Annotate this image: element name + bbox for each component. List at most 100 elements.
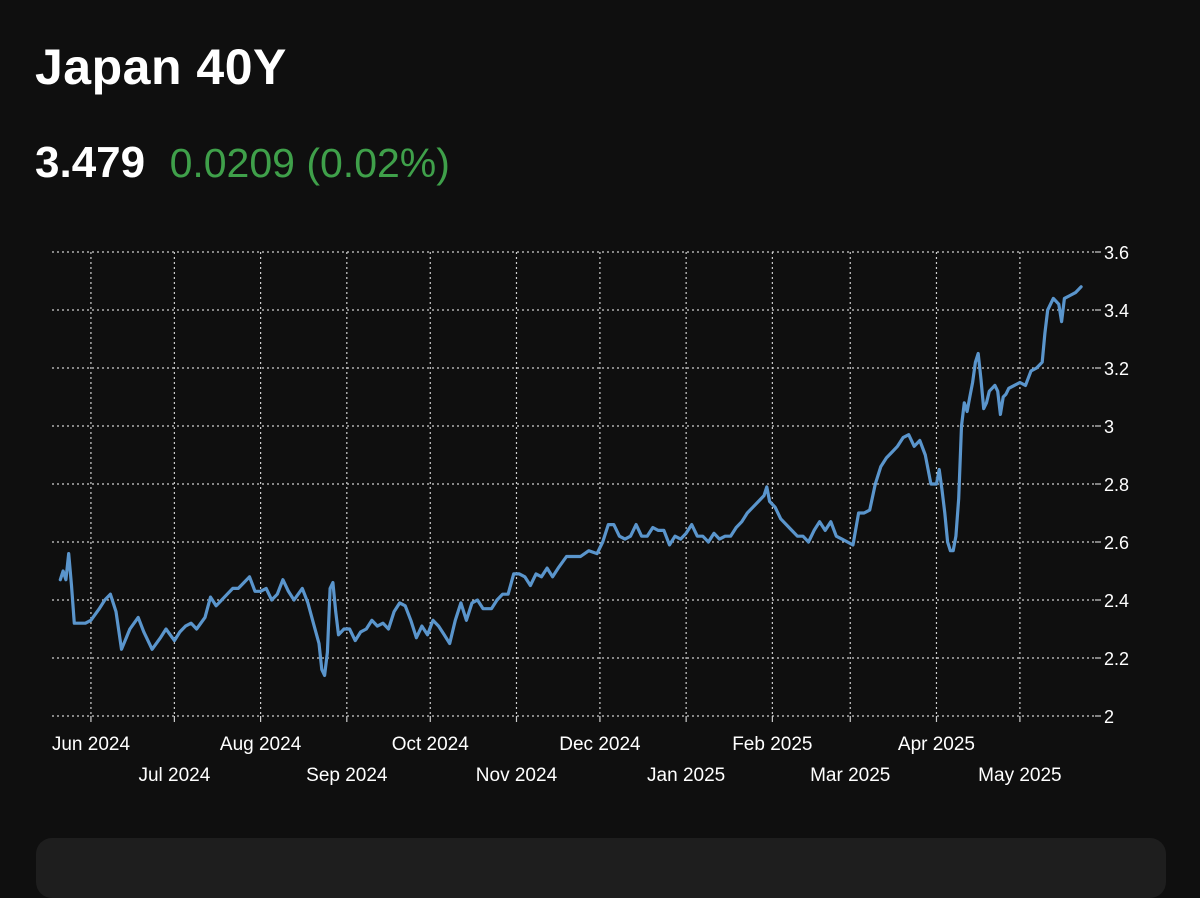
data-point	[301, 588, 303, 590]
data-point	[507, 593, 509, 595]
data-point	[924, 454, 926, 456]
data-point	[1030, 370, 1032, 372]
data-point	[502, 593, 504, 595]
data-point	[674, 535, 676, 537]
data-point	[746, 512, 748, 514]
series-line	[58, 285, 1083, 677]
x-tick-label: Feb 2025	[732, 734, 812, 755]
data-point	[619, 535, 621, 537]
data-point	[1044, 332, 1046, 334]
data-point	[902, 437, 904, 439]
y-tick-label: 2	[1104, 707, 1114, 727]
data-point	[947, 541, 949, 543]
data-point	[179, 631, 181, 633]
data-point	[1047, 309, 1049, 311]
data-point	[646, 535, 648, 537]
data-point	[321, 669, 323, 671]
y-tick-label: 2.8	[1104, 475, 1129, 495]
data-point	[958, 498, 960, 500]
data-point	[190, 622, 192, 624]
data-point	[669, 544, 671, 546]
data-point	[293, 599, 295, 601]
data-point	[955, 535, 957, 537]
data-point	[338, 634, 340, 636]
data-point	[841, 538, 843, 540]
data-point	[1008, 387, 1010, 389]
data-point	[680, 538, 682, 540]
data-point	[1025, 385, 1027, 387]
data-point	[1005, 393, 1007, 395]
data-point	[454, 619, 456, 621]
data-point	[613, 524, 615, 526]
data-point	[399, 602, 401, 604]
data-point	[282, 579, 284, 581]
x-tick-label: Nov 2024	[476, 765, 558, 786]
data-point	[977, 353, 979, 355]
data-point	[393, 611, 395, 613]
data-point	[758, 501, 760, 503]
data-point	[354, 640, 356, 642]
data-point	[438, 625, 440, 627]
y-tick-label: 2.4	[1104, 591, 1129, 611]
data-point	[908, 434, 910, 436]
data-point	[961, 425, 963, 427]
data-point	[950, 550, 952, 552]
x-tick-label: Oct 2024	[392, 734, 470, 755]
data-point	[1036, 367, 1038, 369]
bottom-card	[36, 838, 1166, 898]
x-tick-label: Apr 2025	[898, 734, 975, 755]
data-point	[143, 631, 145, 633]
data-point	[891, 451, 893, 453]
data-point	[1041, 361, 1043, 363]
data-point	[944, 512, 946, 514]
data-point	[791, 530, 793, 532]
data-point	[930, 483, 932, 485]
data-point	[986, 402, 988, 404]
data-point	[607, 524, 609, 526]
data-point	[427, 634, 429, 636]
data-point	[79, 622, 81, 624]
data-point	[443, 634, 445, 636]
data-point	[432, 619, 434, 621]
y-tick-label: 3.2	[1104, 359, 1129, 379]
data-point	[913, 445, 915, 447]
data-point	[752, 506, 754, 508]
data-point	[530, 585, 532, 587]
data-point	[365, 628, 367, 630]
y-tick-label: 2.2	[1104, 649, 1129, 669]
data-point	[104, 599, 106, 601]
x-tick-label: Jan 2025	[647, 765, 725, 786]
data-point	[518, 573, 520, 575]
data-point	[237, 588, 239, 590]
data-point	[343, 628, 345, 630]
data-point	[215, 605, 217, 607]
data-point	[210, 596, 212, 598]
data-point	[71, 585, 73, 587]
data-point	[897, 445, 899, 447]
data-point	[858, 512, 860, 514]
data-point	[708, 541, 710, 543]
data-point	[724, 535, 726, 537]
data-point	[802, 535, 804, 537]
data-point	[388, 628, 390, 630]
data-point	[477, 599, 479, 601]
data-point	[416, 637, 418, 639]
data-point	[174, 640, 176, 642]
data-point	[972, 382, 974, 384]
data-point	[847, 541, 849, 543]
data-point	[335, 611, 337, 613]
data-point	[160, 637, 162, 639]
data-point	[62, 570, 64, 572]
data-point	[110, 593, 112, 595]
data-point	[830, 521, 832, 523]
data-point	[624, 538, 626, 540]
data-point	[327, 651, 329, 653]
data-point	[59, 579, 61, 581]
data-point	[863, 512, 865, 514]
y-tick-label: 3.6	[1104, 243, 1129, 263]
data-point	[324, 675, 326, 677]
data-point	[769, 501, 771, 503]
data-point	[952, 550, 954, 552]
data-point	[449, 643, 451, 645]
data-point	[702, 535, 704, 537]
